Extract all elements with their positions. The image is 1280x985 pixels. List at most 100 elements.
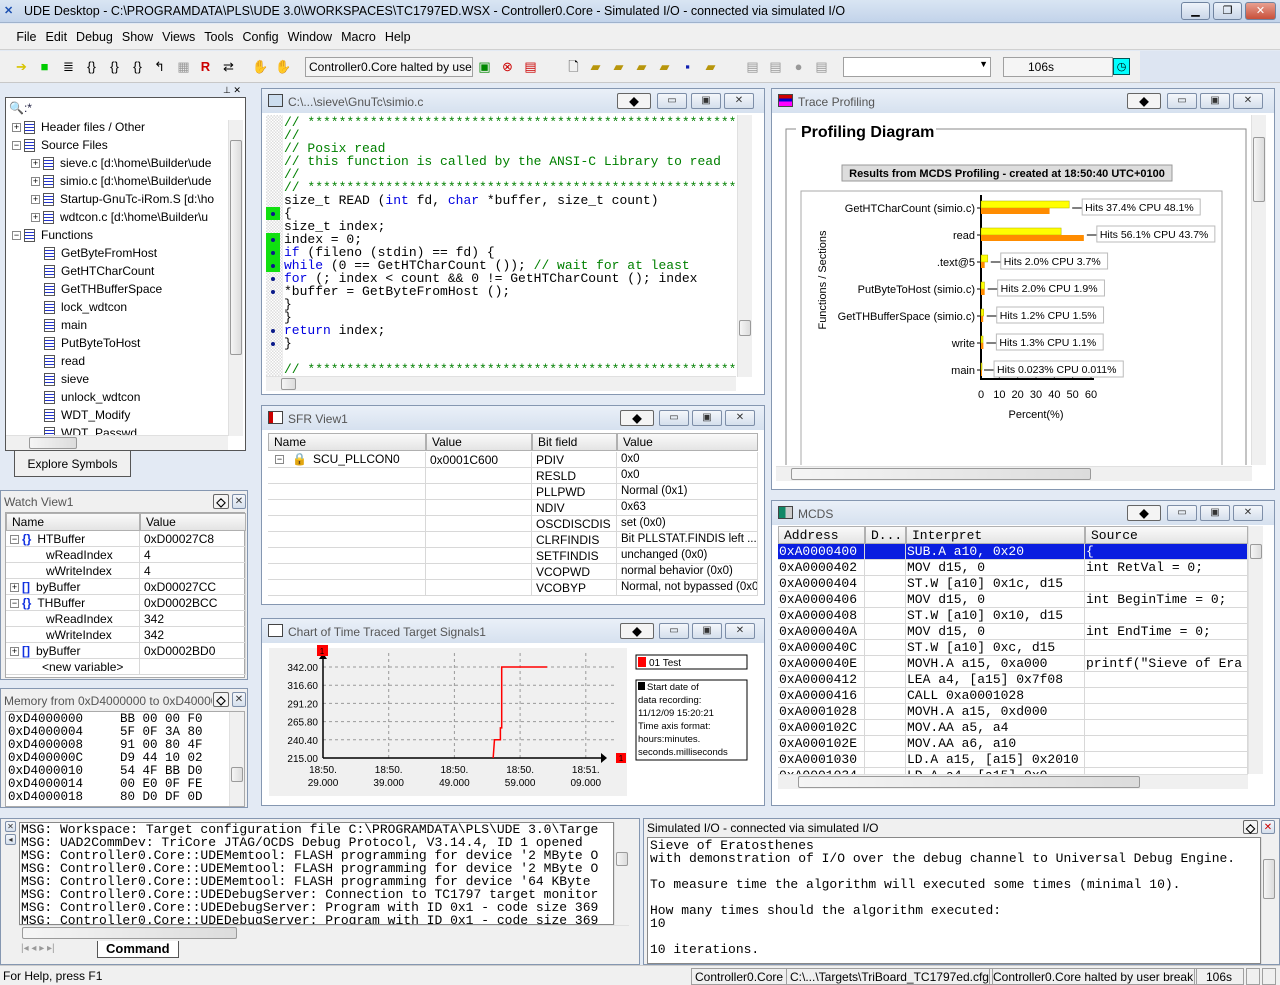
- expand-icon[interactable]: +: [31, 159, 40, 169]
- mcds-cell[interactable]: [1085, 672, 1248, 688]
- mcds-cell[interactable]: [1085, 736, 1248, 752]
- tree-item[interactable]: main: [44, 318, 87, 333]
- scroll-left-icon[interactable]: ◂: [5, 834, 16, 845]
- mcds-cell[interactable]: 0xA000040E: [778, 656, 865, 672]
- bitfield-value[interactable]: Bit PLLSTAT.FINDIS left ...: [617, 532, 758, 548]
- mcds-cell[interactable]: [1085, 608, 1248, 624]
- minimize-icon[interactable]: ▭: [1167, 505, 1197, 521]
- bitfield-name[interactable]: NDIV: [532, 500, 617, 516]
- close-icon[interactable]: ✕: [724, 93, 754, 109]
- memory-row[interactable]: 0xD4000008 91 00 80 4F: [8, 738, 203, 752]
- code-line[interactable]: // *************************************…: [284, 363, 736, 376]
- breakpoint-dot-icon[interactable]: [271, 342, 275, 346]
- tree-item[interactable]: + sieve.c [d:\home\Builder\ude: [31, 156, 211, 171]
- expand-icon[interactable]: +: [10, 647, 19, 657]
- tree-item[interactable]: GetTHBufferSpace: [44, 282, 162, 297]
- memory-vscrollbar[interactable]: [229, 712, 244, 806]
- tree-item[interactable]: GetHTCharCount: [44, 264, 154, 279]
- mcds-cell[interactable]: MOV.AA a5, a4: [906, 720, 1085, 736]
- mcds-cell[interactable]: [865, 752, 906, 768]
- collapse-icon[interactable]: −: [12, 141, 21, 151]
- close-button[interactable]: ✕: [1245, 2, 1276, 20]
- maximize-icon[interactable]: ▣: [1200, 505, 1230, 521]
- watch-row[interactable]: <new variable>: [6, 659, 140, 675]
- expand-icon[interactable]: +: [12, 123, 21, 133]
- tree-item[interactable]: − Functions: [12, 228, 93, 243]
- bitfield-value[interactable]: Normal, not bypassed (0x0): [617, 580, 758, 596]
- mcds-cell[interactable]: [1085, 576, 1248, 592]
- bitfield-name[interactable]: PDIV: [532, 452, 617, 468]
- tree-item[interactable]: + simio.c [d:\home\Builder\ude: [31, 174, 211, 189]
- mcds-cell[interactable]: 0xA000040A: [778, 624, 865, 640]
- mcds-cell[interactable]: [865, 656, 906, 672]
- memory-row[interactable]: 0xD4000014 00 E0 0F FE: [8, 777, 203, 791]
- tree-item[interactable]: lock_wdtcon: [44, 300, 127, 315]
- mcds-cell[interactable]: [1085, 720, 1248, 736]
- code-line[interactable]: if (fileno (stdin) == fd) {: [284, 246, 495, 259]
- mcds-cell[interactable]: LEA a4, [a15] 0x7f08: [906, 672, 1085, 688]
- watch-row[interactable]: wWriteIndex: [6, 627, 140, 643]
- column-header[interactable]: Interpret: [906, 526, 1085, 544]
- watch-row[interactable]: wWriteIndex: [6, 563, 140, 579]
- mcds-cell[interactable]: [1085, 688, 1248, 704]
- sfr-name-cell[interactable]: − 🔒 SCU_PLLCON0: [268, 452, 426, 468]
- message-hscrollbar[interactable]: [19, 925, 629, 940]
- expand-icon[interactable]: +: [10, 583, 19, 593]
- sfr-value-cell[interactable]: [426, 580, 532, 596]
- mcds-cell[interactable]: [1085, 640, 1248, 656]
- load-program-icon[interactable]: ▰: [633, 58, 650, 75]
- sfr-name-cell[interactable]: [268, 468, 426, 484]
- bitfield-name[interactable]: VCOPWD: [532, 564, 617, 580]
- close-icon[interactable]: ✕: [5, 821, 16, 832]
- code-line[interactable]: // Posix read: [284, 142, 385, 155]
- mcds-cell[interactable]: int EndTime = 0;: [1085, 624, 1248, 640]
- sfr-value-cell[interactable]: [426, 468, 532, 484]
- menu-help[interactable]: Help: [380, 24, 415, 44]
- mcds-cell[interactable]: [1085, 704, 1248, 720]
- profiling-vscrollbar[interactable]: [1251, 115, 1266, 465]
- sfr-name-cell[interactable]: [268, 532, 426, 548]
- bitfield-value[interactable]: 0x0: [617, 468, 758, 484]
- sfr-value-cell[interactable]: [426, 484, 532, 500]
- collapse-icon[interactable]: −: [275, 455, 284, 465]
- breakpoint-dot-icon[interactable]: [271, 264, 275, 268]
- breakpoint-dot-icon[interactable]: [271, 277, 275, 281]
- core-state-icon[interactable]: ▣: [476, 58, 493, 75]
- save-as-icon[interactable]: ▰: [702, 58, 719, 75]
- mcds-cell[interactable]: CALL 0xa0001028: [906, 688, 1085, 704]
- close-icon[interactable]: ✕: [1233, 505, 1263, 521]
- mcds-cell[interactable]: [865, 704, 906, 720]
- watch-row[interactable]: −{} HTBuffer: [6, 531, 140, 547]
- bitfield-value[interactable]: Normal (0x1): [617, 484, 758, 500]
- editor-vscrollbar[interactable]: [737, 115, 752, 377]
- mcds-cell[interactable]: SUB.A a10, 0x20: [906, 544, 1085, 560]
- code-line[interactable]: size_t index;: [284, 220, 385, 233]
- mcds-cell[interactable]: 0xA0000402: [778, 560, 865, 576]
- bitfield-name[interactable]: OSCDISCDIS: [532, 516, 617, 532]
- toolbar-combo[interactable]: ▼: [843, 57, 991, 77]
- column-header[interactable]: Value: [617, 433, 758, 451]
- mcds-cell[interactable]: 0xA0000406: [778, 592, 865, 608]
- mcds-cell[interactable]: [865, 640, 906, 656]
- code-line[interactable]: {: [284, 207, 292, 220]
- watch-value[interactable]: 4: [140, 547, 246, 563]
- close-icon[interactable]: ✕: [725, 623, 755, 639]
- tree-item[interactable]: + Startup-GnuTc-iRom.S [d:\ho: [31, 192, 214, 207]
- code-line[interactable]: //: [284, 129, 300, 142]
- mcds-cell[interactable]: int BeginTime = 0;: [1085, 592, 1248, 608]
- column-header[interactable]: Value: [426, 433, 532, 451]
- code-line[interactable]: //: [284, 168, 300, 181]
- trace-read-icon[interactable]: ▤: [767, 58, 784, 75]
- column-header-name[interactable]: Name: [6, 513, 140, 531]
- column-header[interactable]: Name: [268, 433, 426, 451]
- tree-item[interactable]: GetByteFromHost: [44, 246, 157, 261]
- mcds-cell[interactable]: [865, 672, 906, 688]
- watch-value[interactable]: [140, 659, 246, 675]
- minimize-icon[interactable]: ▭: [659, 410, 689, 426]
- memory-row[interactable]: 0xD4000000 BB 00 00 F0: [8, 712, 203, 726]
- halt-icon[interactable]: ✋: [275, 58, 292, 75]
- sfr-value-cell[interactable]: 0x0001C600: [426, 452, 532, 468]
- watch-value[interactable]: 0xD0002BCC: [140, 595, 246, 611]
- expand-icon[interactable]: +: [31, 195, 40, 205]
- menu-edit[interactable]: Edit: [41, 24, 72, 44]
